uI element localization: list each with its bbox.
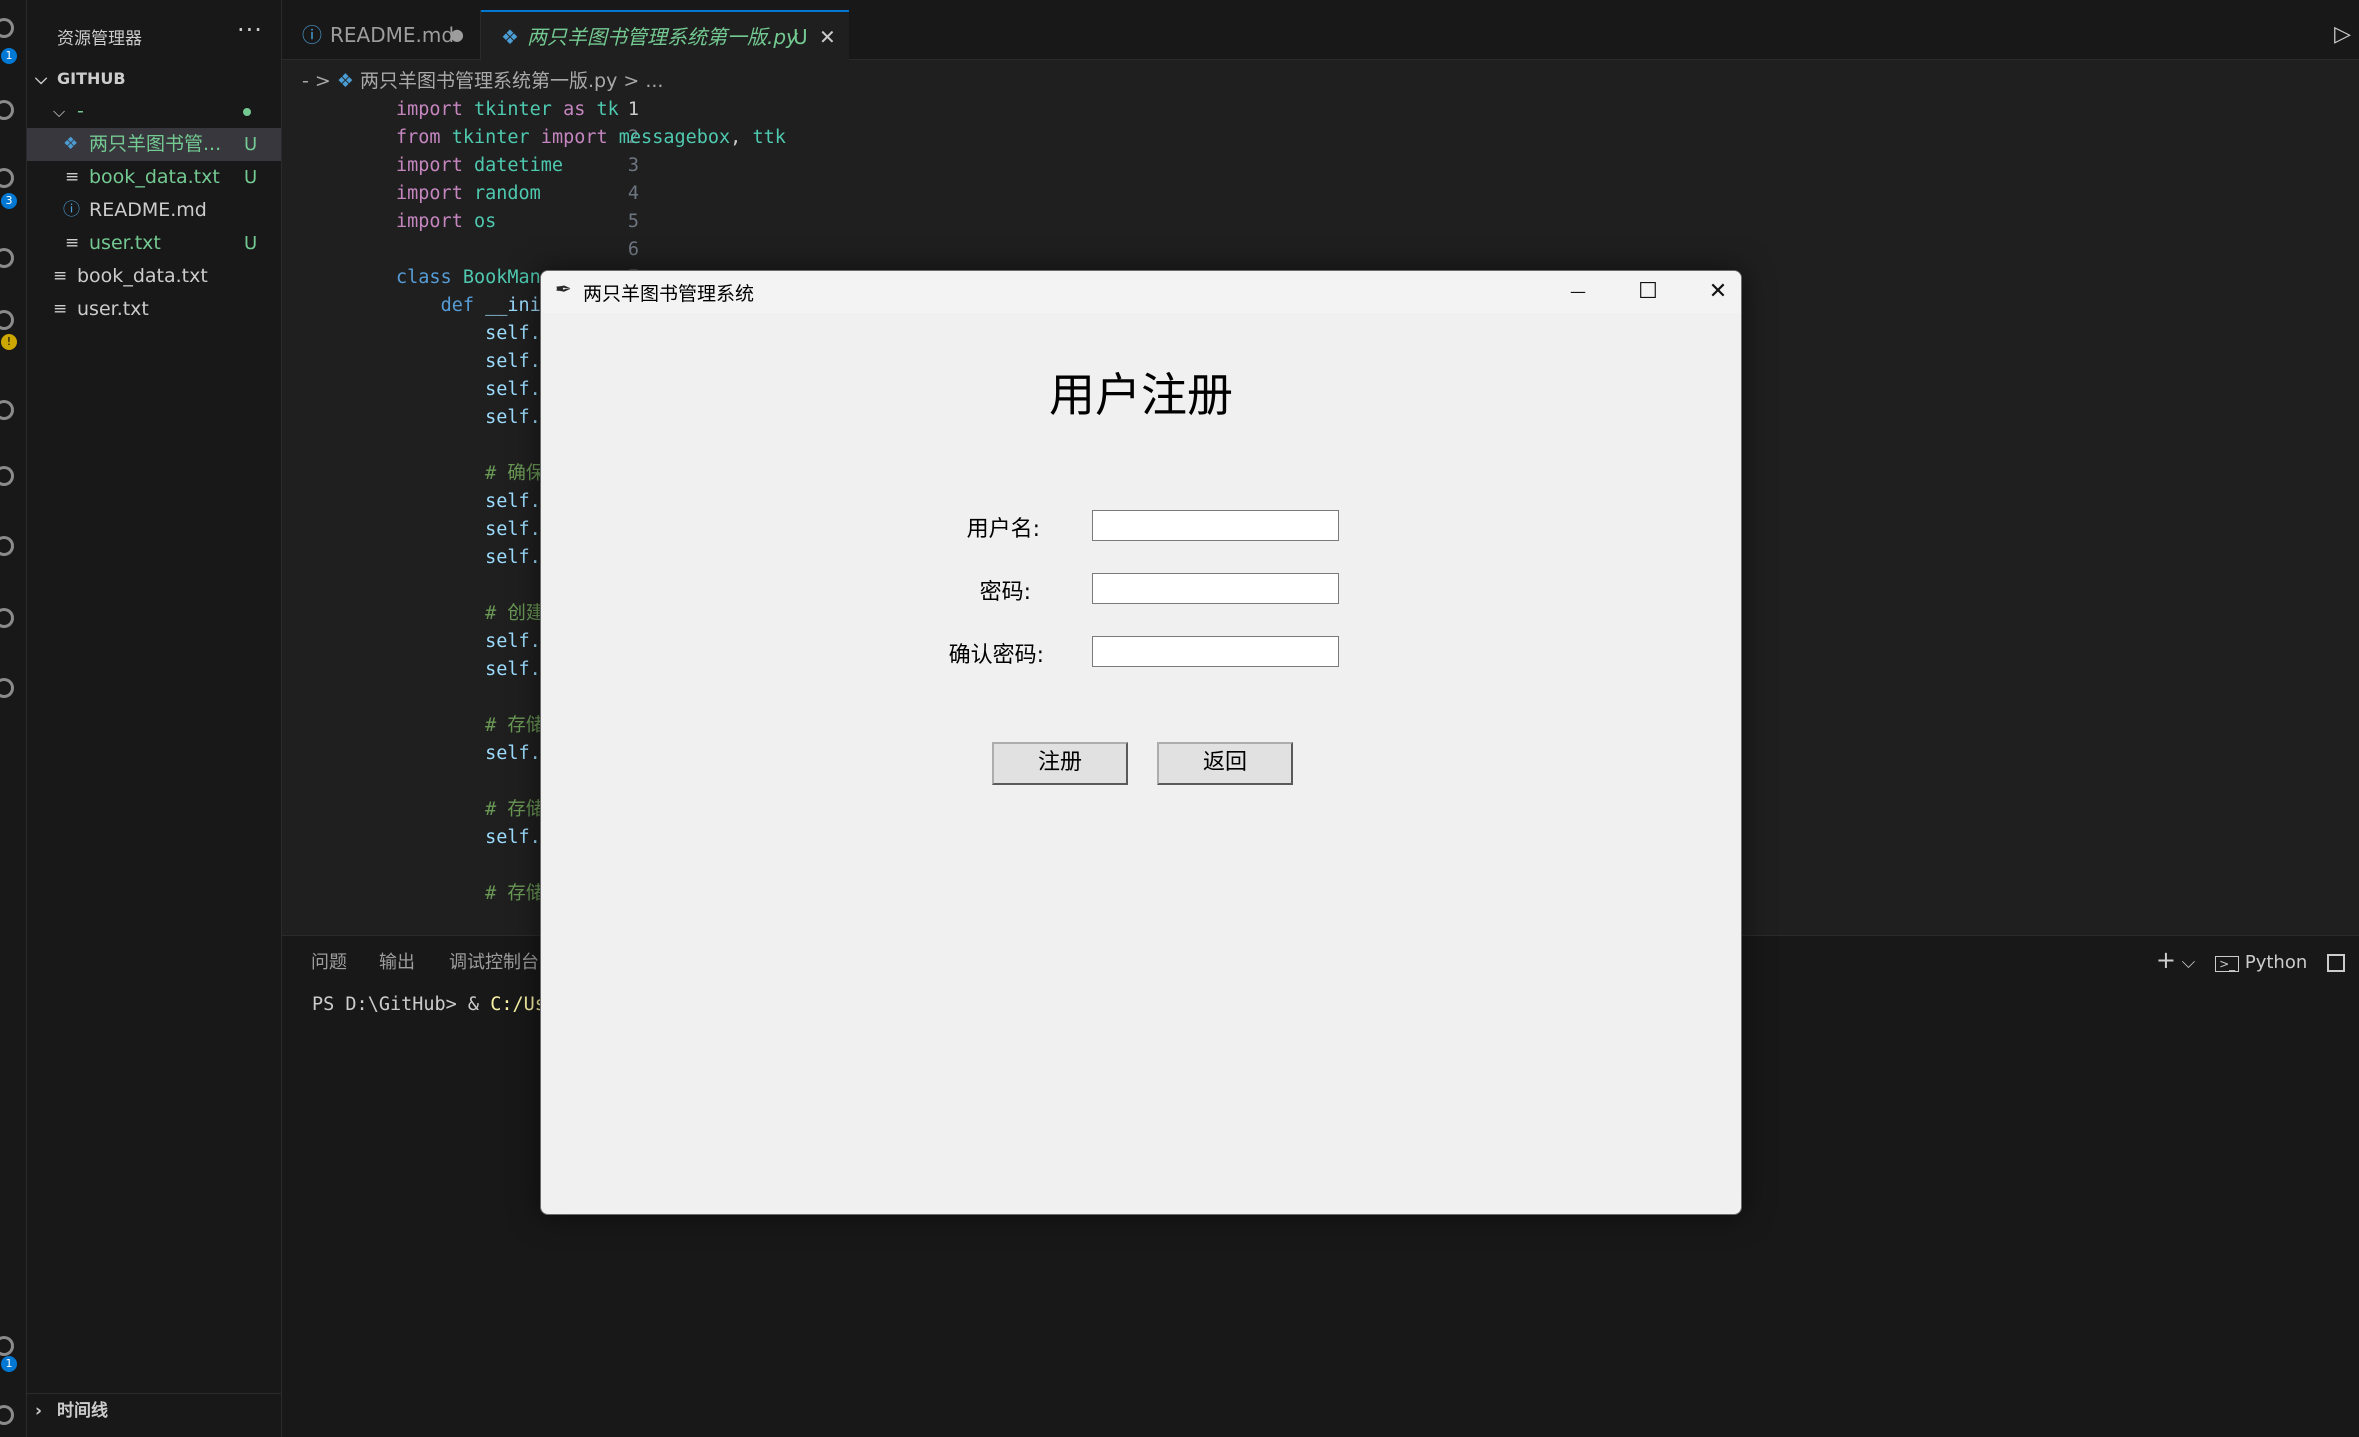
back-button[interactable]: 返回 [1157, 742, 1293, 785]
file-row-book-data[interactable]: ≡ book_data.txt U [27, 161, 281, 194]
file-row-main-py[interactable]: ❖ 两只羊图书管... U [27, 128, 281, 161]
extension-view-icon[interactable] [0, 678, 14, 698]
text-file-icon: ≡ [53, 299, 68, 319]
search-icon[interactable] [0, 100, 14, 120]
chevron-down-icon: ⌵ [53, 102, 66, 121]
password-label: 密码: [979, 580, 1031, 605]
accounts-badge: 1 [1, 1356, 17, 1372]
confirm-password-label: 确认密码: [948, 643, 1044, 668]
docker-icon[interactable] [0, 608, 14, 628]
breadcrumb: - > ❖ 两只羊图书管理系统第一版.py > ... [302, 70, 664, 92]
terminal-output[interactable]: PS D:\GitHub> & C:/Us [312, 994, 546, 1015]
warning-badge: ! [1, 334, 17, 350]
window-titlebar[interactable]: ✒ 两只羊图书管理系统 — ☐ ✕ [541, 271, 1741, 313]
file-row-readme[interactable]: ⓘ README.md [27, 194, 281, 227]
breadcrumb-file[interactable]: 两只羊图书管理系统第一版.py [360, 70, 617, 92]
more-actions-icon[interactable]: ··· [237, 16, 263, 44]
explorer-sidebar: 资源管理器 ··· ⌵ GITHUB ⌵ - ❖ 两只羊图书管... U ≡ b… [27, 0, 282, 1437]
testing-icon[interactable] [0, 400, 14, 420]
workspace-root[interactable]: ⌵ GITHUB [27, 62, 281, 95]
tab-main-py[interactable]: ❖ 两只羊图书管理系统第一版.py U ✕ [481, 10, 849, 60]
explorer-title: 资源管理器 [57, 29, 142, 49]
source-control-badge: 3 [1, 193, 17, 209]
run-icon[interactable]: ▷ [2334, 22, 2351, 47]
tab-bar: ⓘ README.md ● ❖ 两只羊图书管理系统第一版.py U ✕ ▷ [282, 0, 2359, 60]
text-file-icon: ≡ [65, 167, 80, 187]
activity-bar: 1 3 ! 1 [0, 0, 27, 1437]
explorer-badge: 1 [1, 48, 17, 64]
tab-debug-console[interactable]: 调试控制台 [449, 948, 539, 974]
python-file-icon: ❖ [63, 134, 79, 154]
info-icon: ⓘ [302, 23, 322, 47]
accounts-icon[interactable] [0, 1336, 14, 1356]
close-button[interactable]: ✕ [1683, 271, 1741, 313]
tab-readme[interactable]: ⓘ README.md ● [282, 10, 481, 60]
maximize-button[interactable]: ☐ [1613, 271, 1683, 313]
source-control-icon[interactable] [0, 168, 14, 188]
file-row-user-root[interactable]: ≡ user.txt [27, 293, 281, 326]
timeline-section[interactable]: › 时间线 [27, 1393, 281, 1427]
username-label: 用户名: [966, 517, 1040, 542]
file-row-user[interactable]: ≡ user.txt U [27, 227, 281, 260]
python-file-icon: ❖ [501, 25, 519, 49]
terminal-actions: + ⌵ >_ Python [2156, 946, 2345, 974]
settings-icon[interactable] [0, 1405, 14, 1425]
run-debug-icon[interactable] [0, 248, 14, 268]
tab-problems[interactable]: 问题 [311, 948, 347, 974]
remote-icon[interactable] [0, 466, 14, 486]
chevron-down-icon[interactable]: ⌵ [2182, 952, 2196, 973]
username-input[interactable] [1092, 510, 1339, 541]
window-title: 两只羊图书管理系统 [583, 283, 755, 305]
split-terminal-icon[interactable] [2327, 954, 2345, 972]
chevron-down-icon: ⌵ [35, 69, 48, 88]
extensions-icon[interactable] [0, 310, 14, 330]
python-file-icon: ❖ [336, 70, 354, 92]
folder-row[interactable]: ⌵ - [27, 95, 281, 128]
close-icon[interactable]: ✕ [819, 12, 836, 62]
tab-output[interactable]: 输出 [379, 948, 415, 974]
unsaved-dot-icon[interactable]: ● [450, 10, 464, 60]
terminal-shell-label[interactable]: Python [2245, 952, 2307, 973]
page-title: 用户注册 [1049, 368, 1233, 422]
register-button[interactable]: 注册 [992, 742, 1128, 785]
tk-feather-icon: ✒ [555, 277, 572, 301]
minimize-button[interactable]: — [1543, 271, 1613, 313]
chevron-right-icon: › [35, 1401, 43, 1421]
new-terminal-icon[interactable]: + [2156, 946, 2176, 974]
terminal-icon: >_ [2215, 956, 2240, 972]
file-row-book-data-root[interactable]: ≡ book_data.txt [27, 260, 281, 293]
info-icon: ⓘ [63, 200, 80, 220]
git-icon[interactable] [0, 536, 14, 556]
registration-window: ✒ 两只羊图书管理系统 — ☐ ✕ 用户注册 用户名: 密码: 确认密码: 注册… [540, 270, 1742, 1215]
modified-dot-icon [243, 108, 251, 116]
text-file-icon: ≡ [53, 266, 68, 286]
explorer-icon[interactable] [0, 18, 14, 38]
password-input[interactable] [1092, 573, 1339, 604]
confirm-password-input[interactable] [1092, 636, 1339, 667]
text-file-icon: ≡ [65, 233, 80, 253]
